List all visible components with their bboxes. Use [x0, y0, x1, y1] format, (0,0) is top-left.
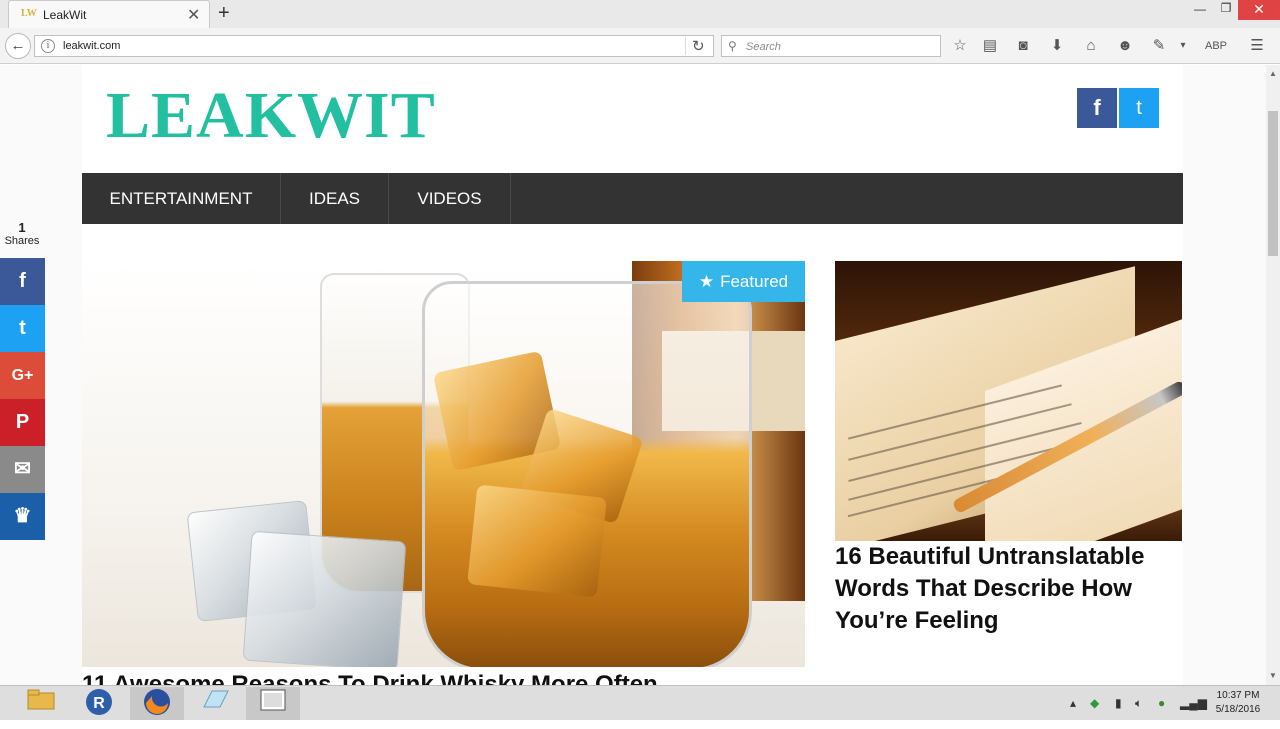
dropdown-icon[interactable]: ▾ [1173, 36, 1193, 56]
reload-icon[interactable]: ↻ [685, 37, 705, 55]
pinterest-icon: P [15, 411, 30, 433]
scrollbar-thumb[interactable] [1268, 111, 1278, 256]
page-container: LEAKWIT f t ENTERTAINMENT IDEAS VIDEOS ★… [82, 65, 1183, 685]
share-count: 1 [18, 220, 26, 235]
back-button[interactable]: ← [5, 33, 31, 59]
crown-icon: ♛ [13, 505, 32, 527]
clock-date: 5/18/2016 [1215, 704, 1261, 715]
facebook-button[interactable]: f [1077, 88, 1117, 128]
bookmark-star-icon[interactable]: ☆ [950, 36, 970, 56]
nav-ideas[interactable]: IDEAS [281, 173, 389, 224]
r-app-icon[interactable]: R [72, 687, 126, 720]
share-facebook-button[interactable]: f [0, 258, 45, 305]
clock-time: 10:37 PM [1216, 690, 1260, 701]
windows-taskbar: R ▴ ◆ ▮ 🔈︎ ● ▂▄▆ 10:37 PM 5/18/2016 [0, 685, 1280, 720]
side-article-title[interactable]: 16 Beautiful Untranslatable Words That D… [835, 541, 1182, 637]
share-counter: 1 Shares [0, 220, 44, 247]
new-tab-button[interactable]: + [218, 2, 230, 25]
favicon-icon: LW [21, 8, 37, 19]
emoji-icon[interactable]: ☻ [1115, 36, 1135, 56]
restore-button[interactable]: ❐ [1212, 1, 1240, 21]
share-google-plus-button[interactable]: G+ [0, 352, 45, 399]
nav-videos[interactable]: VIDEOS [389, 173, 511, 224]
adblock-icon[interactable]: ABP [1205, 36, 1227, 56]
ice-cube [242, 530, 407, 667]
file-explorer-icon[interactable] [14, 687, 68, 720]
navigation-toolbar: ← i leakwit.com ↻ ⚲ Search ☆ ▤ ◙ ⬇ ⌂ ☻ ✎… [0, 28, 1280, 64]
tab-bar: LW LeakWit ✕ + — ❐ ✕ [0, 0, 1280, 28]
close-tab-icon[interactable]: ✕ [187, 5, 200, 25]
close-window-button[interactable]: ✕ [1238, 0, 1280, 20]
svg-text:R: R [93, 695, 105, 712]
facebook-icon: f [19, 270, 26, 292]
ice-cube-in-glass [467, 484, 607, 598]
search-placeholder: Search [746, 41, 781, 53]
menu-icon[interactable]: ☰ [1247, 36, 1267, 56]
twitter-button[interactable]: t [1119, 88, 1159, 128]
scroll-up-icon[interactable]: ▲ [1269, 69, 1277, 78]
featured-label: Featured [720, 272, 789, 291]
share-sumome-button[interactable]: ♛ [0, 493, 45, 540]
side-article-image[interactable] [835, 261, 1182, 541]
system-clock[interactable]: 10:37 PM 5/18/2016 [1208, 689, 1268, 717]
extension-icon[interactable]: ✎ [1149, 36, 1169, 56]
web-page: LEAKWIT f t ENTERTAINMENT IDEAS VIDEOS ★… [0, 65, 1266, 685]
network-icon[interactable]: ▂▄▆ [1180, 686, 1207, 721]
info-icon[interactable]: i [41, 39, 55, 53]
page-scrollbar[interactable]: ▲ ▼ [1266, 65, 1280, 685]
tab-leakwit[interactable]: LW LeakWit ✕ [8, 0, 210, 28]
share-twitter-button[interactable]: t [0, 305, 45, 352]
search-input[interactable]: ⚲ Search [721, 35, 941, 57]
scroll-down-icon[interactable]: ▼ [1269, 671, 1277, 680]
tray-expand-icon[interactable]: ▴ [1070, 686, 1076, 721]
app-icon[interactable] [188, 687, 242, 720]
tray-app-icon[interactable]: ◆ [1090, 686, 1099, 721]
featured-article-image[interactable] [82, 261, 805, 667]
tray-app-icon-2[interactable]: ● [1158, 686, 1165, 721]
minimize-button[interactable]: — [1186, 2, 1214, 22]
pocket-icon[interactable]: ◙ [1013, 36, 1033, 56]
share-label: Shares [4, 235, 40, 247]
url-bar[interactable]: i leakwit.com ↻ [34, 35, 714, 57]
site-logo[interactable]: LEAKWIT [106, 79, 436, 153]
video-app-icon[interactable] [246, 687, 300, 720]
share-email-button[interactable]: ✉ [0, 446, 45, 493]
battery-icon[interactable]: ▮ [1115, 686, 1122, 721]
main-navigation: ENTERTAINMENT IDEAS VIDEOS [82, 173, 1183, 224]
twitter-icon: t [19, 317, 26, 339]
volume-icon[interactable]: 🔈︎ [1135, 686, 1142, 721]
featured-article-title[interactable]: 11 Awesome Reasons To Drink Whisky More … [82, 670, 805, 685]
star-icon: ★ [698, 272, 715, 291]
home-icon[interactable]: ⌂ [1081, 36, 1101, 56]
tab-title: LeakWit [43, 8, 87, 22]
search-icon: ⚲ [728, 39, 737, 53]
featured-badge[interactable]: ★ Featured [682, 261, 805, 302]
email-icon: ✉ [14, 458, 31, 480]
url-text[interactable]: leakwit.com [63, 40, 120, 52]
download-icon[interactable]: ⬇ [1047, 36, 1067, 56]
google-plus-icon: G+ [11, 367, 34, 384]
nav-entertainment[interactable]: ENTERTAINMENT [82, 173, 281, 224]
reading-list-icon[interactable]: ▤ [980, 36, 1000, 56]
firefox-icon[interactable] [130, 687, 184, 720]
share-pinterest-button[interactable]: P [0, 399, 45, 446]
